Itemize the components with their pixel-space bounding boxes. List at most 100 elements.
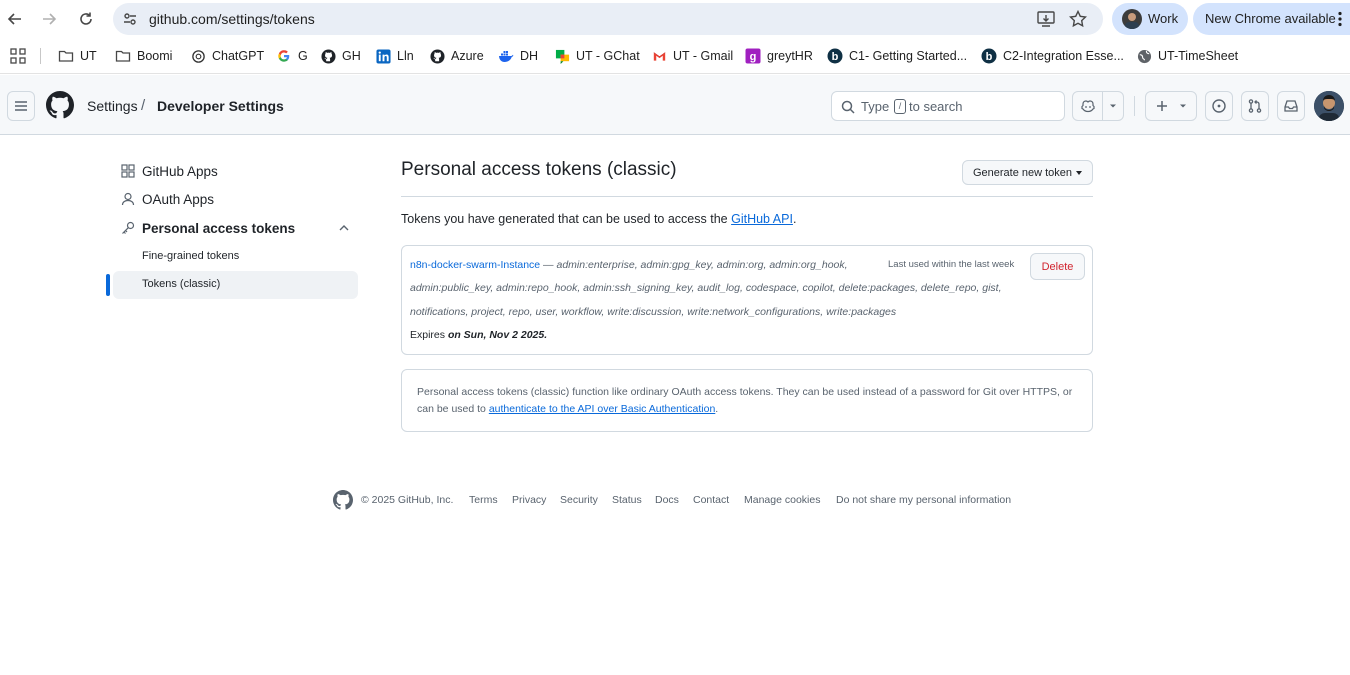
bookmark-greythr[interactable]: g greytHR <box>745 47 813 65</box>
address-bar[interactable]: github.com/settings/tokens <box>113 3 1103 35</box>
chrome-update-button[interactable]: New Chrome available <box>1193 3 1350 35</box>
bookmark-chatgpt[interactable]: ChatGPT <box>190 47 264 65</box>
footer-link-security[interactable]: Security <box>560 494 598 506</box>
bookmark-lln[interactable]: Lln <box>375 47 414 65</box>
footer-link-do-not-share[interactable]: Do not share my personal information <box>836 494 1011 506</box>
bookmark-boomi[interactable]: Boomi <box>115 47 172 65</box>
person-icon <box>121 192 135 206</box>
footer-link-docs[interactable]: Docs <box>655 494 679 506</box>
menu-button[interactable] <box>7 91 35 121</box>
inbox-button[interactable] <box>1277 91 1305 121</box>
bookmark-label: greytHR <box>767 49 813 63</box>
more-menu-icon <box>1338 11 1342 27</box>
search-placeholder-type: Type <box>861 99 890 114</box>
bookmark-ut-gchat[interactable]: UT - GChat <box>554 47 640 65</box>
breadcrumb-separator: / <box>141 97 146 114</box>
arrow-right-icon <box>43 13 57 25</box>
chatgpt-icon <box>190 48 206 64</box>
generate-new-token-button[interactable]: Generate new token <box>962 160 1093 185</box>
b-icon: b <box>827 48 843 64</box>
token-scopes: admin:enterprise, admin:gpg_key, admin:o… <box>556 259 848 271</box>
site-settings-icon[interactable] <box>122 11 138 27</box>
footer-link-contact[interactable]: Contact <box>693 494 729 506</box>
token-expiration: Expires on Sun, Nov 2 2025. <box>410 329 547 341</box>
sidebar-item-personal-access-tokens[interactable]: Personal access tokens <box>113 214 358 242</box>
token-card: n8n-docker-swarm-Instance — admin:enterp… <box>401 245 1093 355</box>
url-text[interactable]: github.com/settings/tokens <box>149 11 315 27</box>
github-footer-logo-icon[interactable] <box>333 490 353 510</box>
footer-link-status[interactable]: Status <box>612 494 642 506</box>
intro-suffix: . <box>792 212 797 226</box>
token-scopes-line-1: n8n-docker-swarm-Instance — admin:enterp… <box>410 259 848 271</box>
chevron-up-icon[interactable] <box>338 222 350 234</box>
user-avatar[interactable] <box>1314 91 1344 121</box>
create-new-button[interactable] <box>1145 91 1197 121</box>
github-icon <box>320 48 336 64</box>
generate-button-label: Generate new token <box>972 166 1073 179</box>
issue-opened-icon <box>1212 99 1226 113</box>
footer-link-terms[interactable]: Terms <box>469 494 498 506</box>
sidebar-item-label: GitHub Apps <box>142 163 218 179</box>
bookmark-azure[interactable]: Azure <box>429 47 484 65</box>
apps-grid-icon[interactable] <box>10 48 26 64</box>
google-icon <box>276 48 292 64</box>
profile-button[interactable]: Work <box>1112 3 1188 35</box>
bookmarks-bar: UT Boomi ChatGPT G GH Lln Azure DH UT - … <box>0 38 1350 74</box>
pull-requests-button[interactable] <box>1241 91 1269 121</box>
breadcrumb-settings[interactable]: Settings <box>87 98 138 114</box>
sidebar-item-oauth-apps[interactable]: OAuth Apps <box>113 185 358 213</box>
info-suffix: . <box>715 403 719 415</box>
bookmark-label: Azure <box>451 49 484 63</box>
breadcrumb-developer-settings[interactable]: Developer Settings <box>157 98 284 114</box>
bookmark-ut-timesheet[interactable]: UT-TimeSheet <box>1136 47 1238 65</box>
chevron-down-icon <box>1110 104 1116 108</box>
back-button[interactable] <box>2 6 28 32</box>
token-dash: — <box>540 259 557 271</box>
bookmark-label: Lln <box>397 49 414 63</box>
bookmark-label: C2-Integration Esse... <box>1003 49 1124 63</box>
footer-link-privacy[interactable]: Privacy <box>512 494 546 506</box>
github-icon <box>429 48 445 64</box>
sidebar-item-label: Fine-grained tokens <box>142 250 240 262</box>
forward-button[interactable] <box>36 6 62 32</box>
search-placeholder-rest: to search <box>909 99 963 114</box>
github-api-link[interactable]: GitHub API <box>731 212 793 226</box>
info-line-1: Personal access tokens (classic) functio… <box>417 386 1073 398</box>
hamburger-icon <box>15 101 27 111</box>
intro-prefix: Tokens you have generated that can be us… <box>401 212 732 226</box>
folder-icon <box>115 48 131 64</box>
bookmark-ut-gmail[interactable]: UT - Gmail <box>651 47 733 65</box>
delete-token-button[interactable]: Delete <box>1030 253 1085 280</box>
bookmark-ut[interactable]: UT <box>58 47 97 65</box>
globe-icon <box>1136 48 1152 64</box>
bookmark-label: Boomi <box>137 49 173 63</box>
b-icon: b <box>981 48 997 64</box>
sidebar-item-fine-grained-tokens[interactable]: Fine-grained tokens <box>113 243 358 271</box>
search-input[interactable]: Type / to search <box>831 91 1065 121</box>
reload-button[interactable] <box>73 6 99 32</box>
caret-down-icon <box>1076 170 1083 175</box>
basic-auth-link[interactable]: authenticate to the API over Basic Authe… <box>489 403 715 415</box>
sidebar-item-tokens-classic[interactable]: Tokens (classic) <box>113 271 358 299</box>
token-last-used: Last used within the last week <box>888 259 1015 270</box>
bookmark-c2[interactable]: b C2-Integration Esse... <box>981 47 1124 65</box>
bookmark-label: UT - GChat <box>576 49 640 63</box>
token-name-link[interactable]: n8n-docker-swarm-Instance <box>410 259 540 271</box>
install-app-icon[interactable] <box>1037 11 1055 27</box>
bookmark-label: UT - Gmail <box>673 49 734 63</box>
bookmark-c1[interactable]: b C1- Getting Started... <box>827 47 967 65</box>
svg-text:g: g <box>750 51 757 63</box>
bookmark-star-icon[interactable] <box>1069 10 1087 28</box>
svg-text:b: b <box>986 51 993 63</box>
sidebar-item-github-apps[interactable]: GitHub Apps <box>113 157 358 185</box>
sidebar-item-label: Personal access tokens <box>142 220 296 236</box>
github-logo-icon[interactable] <box>46 91 74 119</box>
issues-button[interactable] <box>1205 91 1233 121</box>
sidebar-item-label: OAuth Apps <box>142 191 215 207</box>
copilot-button[interactable] <box>1072 91 1124 121</box>
plus-icon <box>1157 101 1167 111</box>
bookmark-gh[interactable]: GH <box>320 47 361 65</box>
bookmark-g[interactable]: G <box>276 47 308 65</box>
bookmark-dh[interactable]: DH <box>498 47 538 65</box>
footer-link-manage-cookies[interactable]: Manage cookies <box>744 494 820 506</box>
